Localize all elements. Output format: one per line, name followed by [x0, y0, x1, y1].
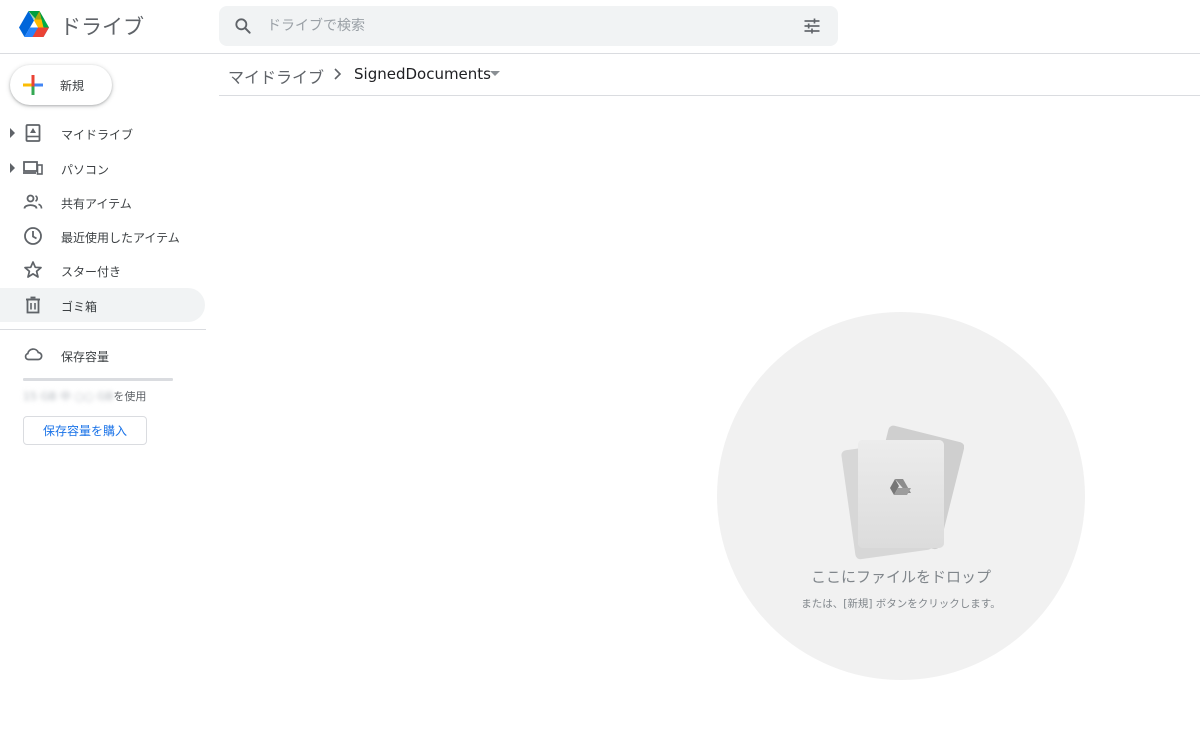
- shared-people-icon: [23, 194, 43, 209]
- sidebar-item-label: 共有アイテム: [61, 197, 132, 211]
- computers-icon: [23, 161, 43, 175]
- storage-usage-suffix: を使用: [113, 390, 147, 403]
- empty-folder-drop-zone[interactable]: ここにファイルをドロップ または、[新規] ボタンをクリックします。: [717, 312, 1085, 680]
- drop-zone-title: ここにファイルをドロップ: [810, 568, 991, 586]
- breadcrumb-my-drive[interactable]: マイドライブ: [228, 64, 324, 88]
- dropdown-arrow-icon[interactable]: [490, 71, 500, 77]
- buy-storage-button[interactable]: 保存容量を購入: [23, 416, 147, 445]
- chevron-right-icon: [334, 68, 342, 80]
- new-button[interactable]: 新規: [10, 65, 112, 105]
- tune-icon[interactable]: [802, 16, 822, 36]
- search-input[interactable]: [267, 6, 787, 46]
- storage-usage-bar-fill: [23, 378, 173, 381]
- sidebar-item-label: スター付き: [61, 265, 122, 279]
- storage-usage-amount: 15 GB 中 ○○ GB: [23, 390, 114, 403]
- app-title: ドライブ: [60, 15, 144, 39]
- star-icon: [24, 261, 42, 278]
- drop-zone-subtitle: または、[新規] ボタンをクリックします。: [801, 598, 1001, 610]
- search-box[interactable]: [219, 6, 838, 46]
- top-bar: ドライブ: [0, 0, 1200, 54]
- sidebar-item-computers[interactable]: パソコン: [0, 151, 205, 185]
- storage-usage-bar: [23, 378, 173, 381]
- sidebar-item-my-drive[interactable]: マイドライブ: [0, 116, 205, 150]
- sidebar-item-label: 最近使用したアイテム: [61, 231, 180, 245]
- sidebar-item-label: マイドライブ: [61, 128, 134, 142]
- sidebar-item-starred[interactable]: スター付き: [0, 253, 205, 287]
- sidebar-item-label: パソコン: [61, 163, 110, 177]
- sidebar-divider: [0, 329, 206, 330]
- new-button-label: 新規: [60, 79, 85, 93]
- clock-icon: [24, 227, 42, 245]
- expand-arrow-icon[interactable]: [10, 163, 16, 173]
- cloud-icon: [24, 348, 43, 361]
- breadcrumb-current-folder[interactable]: SignedDocuments: [354, 65, 491, 83]
- sidebar-item-recent[interactable]: 最近使用したアイテム: [0, 219, 205, 253]
- storage-usage-text: 15 GB 中 ○○ GBを使用: [23, 388, 146, 404]
- plus-icon: [23, 75, 43, 95]
- breadcrumb: マイドライブ SignedDocuments: [219, 54, 1200, 96]
- trash-icon: [26, 296, 40, 314]
- my-drive-icon: [25, 124, 41, 142]
- sidebar-item-label: ゴミ箱: [61, 300, 98, 314]
- sidebar-item-storage[interactable]: 保存容量: [0, 338, 205, 370]
- expand-arrow-icon[interactable]: [10, 128, 16, 138]
- drop-files-illustration: [841, 425, 964, 560]
- sidebar-item-trash[interactable]: ゴミ箱: [0, 288, 205, 322]
- storage-label: 保存容量: [61, 350, 110, 364]
- google-drive-logo[interactable]: [18, 10, 50, 40]
- search-icon[interactable]: [233, 16, 253, 36]
- sidebar-item-shared[interactable]: 共有アイテム: [0, 185, 205, 219]
